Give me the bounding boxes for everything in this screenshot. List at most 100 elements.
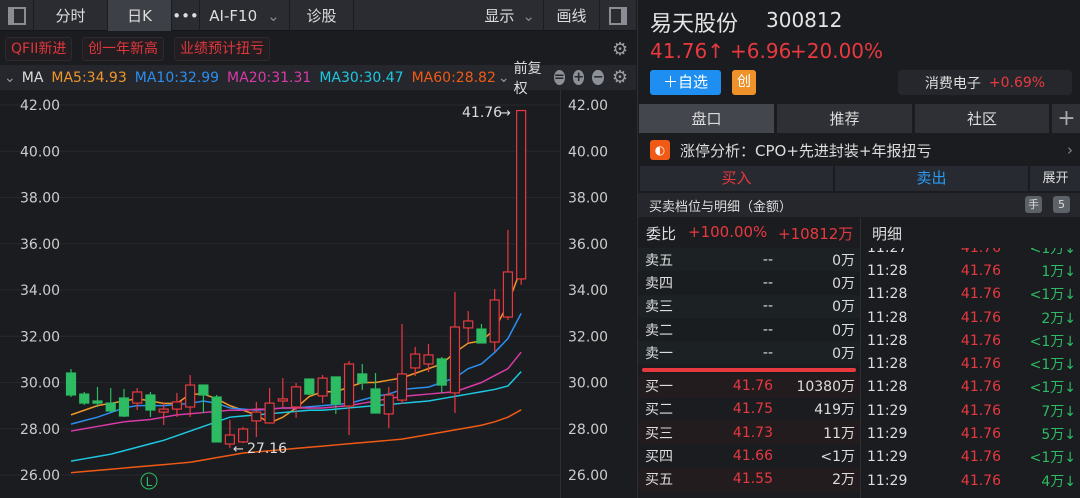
- weibi-pct: +100.00%: [688, 223, 768, 241]
- weibi-amount: +10812万: [778, 225, 854, 243]
- ask-level: 卖四: [645, 275, 673, 292]
- bid-row[interactable]: 买二 41.75 419万: [638, 397, 860, 422]
- tick-volume: <1万↓: [1029, 380, 1076, 397]
- ask-volume: 0万: [832, 345, 855, 362]
- y-tick-label-right: 28.00: [568, 422, 608, 438]
- tick-volume: <1万↓: [1029, 450, 1076, 467]
- tick-price: 41.76: [960, 426, 1001, 443]
- tick-time: 11:28: [867, 309, 908, 326]
- order-book: 卖五 -- 0万 卖四 -- 0万 卖三 -- 0万 卖二 -- 0万 卖一 -- 0万 买一 41.76 103…: [638, 248, 860, 491]
- bid-price: 41.75: [732, 401, 773, 418]
- tab-community[interactable]: 社区: [915, 104, 1049, 133]
- limit-up-analysis-row[interactable]: ◐ 涨停分析：CPO+先进封装+年报扭亏 ›: [638, 136, 1080, 164]
- candle-up: [489, 299, 500, 343]
- y-tick-label-left: 34.00: [20, 283, 60, 299]
- bid-volume: 11万: [823, 425, 855, 442]
- bid-row[interactable]: 买一 41.76 10380万: [638, 374, 860, 398]
- y-tick-label-right: 40.00: [568, 144, 608, 160]
- bid-level: 买四: [645, 449, 673, 466]
- trade-detail-list[interactable]: 11:2741.76<1万↓11:2841.761万↓11:2841.76<1万…: [861, 248, 1080, 498]
- y-tick-label-left: 42.00: [20, 98, 60, 114]
- candle-up: [132, 391, 143, 404]
- tick-volume: 2万↓: [1041, 310, 1076, 327]
- candle-up: [171, 401, 183, 410]
- bid-volume: <1万: [820, 449, 855, 466]
- bid-row[interactable]: 买五 41.55 2万: [638, 467, 860, 491]
- candle-down: [211, 396, 222, 443]
- bid-volume: 2万: [832, 472, 855, 489]
- tick-price: 41.76: [960, 379, 1001, 396]
- tick-price: 41.76: [960, 356, 1001, 373]
- add-tab-button[interactable]: +: [1052, 104, 1080, 133]
- ask-row[interactable]: 卖三 -- 0万: [638, 294, 860, 318]
- orderbook-header: 买卖档位与明细（金额） 手 5: [638, 193, 1080, 217]
- ask-row[interactable]: 卖四 -- 0万: [638, 271, 860, 295]
- expand-button[interactable]: 展开: [1030, 166, 1080, 191]
- axis-divider: [560, 90, 561, 498]
- trade-tick-row: 11:29 41.76 7万↓: [861, 399, 1080, 422]
- sector-name: 消费电子: [924, 75, 981, 92]
- depth-toggle[interactable]: 5: [1053, 196, 1070, 213]
- chinext-badge: 创: [732, 70, 756, 95]
- y-tick-label-right: 42.00: [568, 98, 608, 114]
- ask-row[interactable]: 卖五 -- 0万: [638, 248, 860, 272]
- candle-down: [330, 376, 341, 405]
- bid-level: 买五: [645, 472, 673, 489]
- add-watchlist-button[interactable]: ＋自选: [650, 70, 721, 95]
- y-tick-label-right: 26.00: [568, 468, 608, 484]
- kline-chart[interactable]: 42.00 42.00 40.00 40.00 38.00 38.00 36.00 36.00…: [0, 0, 636, 498]
- candle-down: [198, 384, 209, 396]
- tick-time: 11:29: [867, 449, 908, 466]
- candle-up: [317, 377, 328, 397]
- candle-down: [357, 373, 368, 384]
- tick-price: 41.76: [960, 449, 1001, 466]
- candle-up: [251, 411, 262, 422]
- candle-down: [105, 402, 116, 412]
- y-tick-label-right: 32.00: [568, 329, 608, 345]
- detail-title: 明细: [872, 225, 903, 243]
- tick-volume: 4万↓: [1041, 473, 1076, 490]
- tick-price: 41.76: [960, 262, 1001, 279]
- bid-row[interactable]: 买三 41.73 11万: [638, 421, 860, 445]
- ask-level: 卖三: [645, 299, 673, 316]
- ask-row[interactable]: 卖二 -- 0万: [638, 317, 860, 342]
- tick-volume: <1万↓: [1029, 333, 1076, 350]
- tick-volume: <1万↓: [1029, 287, 1076, 304]
- ask-row[interactable]: 卖一 -- 0万: [638, 341, 860, 365]
- candle-up: [396, 373, 408, 401]
- unit-lots-toggle[interactable]: 手: [1025, 196, 1042, 213]
- candle-down: [476, 328, 487, 344]
- sector-pct: +0.69%: [988, 74, 1046, 91]
- trade-tick-row: 11:2741.76 <1万↓: [861, 248, 1080, 259]
- sector-chip[interactable]: 消费电子 +0.69%: [898, 70, 1072, 95]
- price-change-pct: +20.00%: [790, 39, 884, 63]
- trade-tick-row: 11:28 41.76 <1万↓: [861, 376, 1080, 399]
- buy-button[interactable]: 买入: [640, 166, 833, 191]
- sell-button[interactable]: 卖出: [835, 166, 1028, 191]
- candle-up: [423, 354, 434, 365]
- y-tick-label-right: 34.00: [568, 283, 608, 299]
- tab-recommend[interactable]: 推荐: [777, 104, 912, 133]
- candle-up: [158, 408, 169, 413]
- candle-up: [449, 326, 461, 394]
- trade-tick-row: 11:28 41.76 <1万↓: [861, 352, 1080, 375]
- y-tick-label-right: 30.00: [568, 376, 608, 392]
- tick-time: 11:28: [867, 332, 908, 349]
- y-tick-label-left: 38.00: [20, 191, 60, 207]
- tick-time: 11:28: [867, 286, 908, 303]
- trade-tick-row: 11:29 41.76 5万↓: [861, 422, 1080, 445]
- candle-down: [304, 378, 315, 395]
- bid-price: 41.73: [732, 424, 773, 441]
- bid-row[interactable]: 买四 41.66 <1万: [638, 444, 860, 468]
- tab-orderbook[interactable]: 盘口: [639, 104, 774, 133]
- ma-line-ma60: [70, 409, 522, 474]
- orderbook-title: 买卖档位与明细（金额）: [649, 200, 793, 215]
- candle-up: [502, 271, 514, 318]
- candle-down: [79, 393, 90, 404]
- candle-up: [410, 353, 421, 369]
- y-tick-label-left: 40.00: [20, 144, 60, 160]
- high-price-annotation: 41.76: [462, 105, 502, 121]
- bid-level: 买二: [645, 402, 673, 419]
- candle-up: [185, 384, 196, 408]
- candle-up: [277, 398, 288, 402]
